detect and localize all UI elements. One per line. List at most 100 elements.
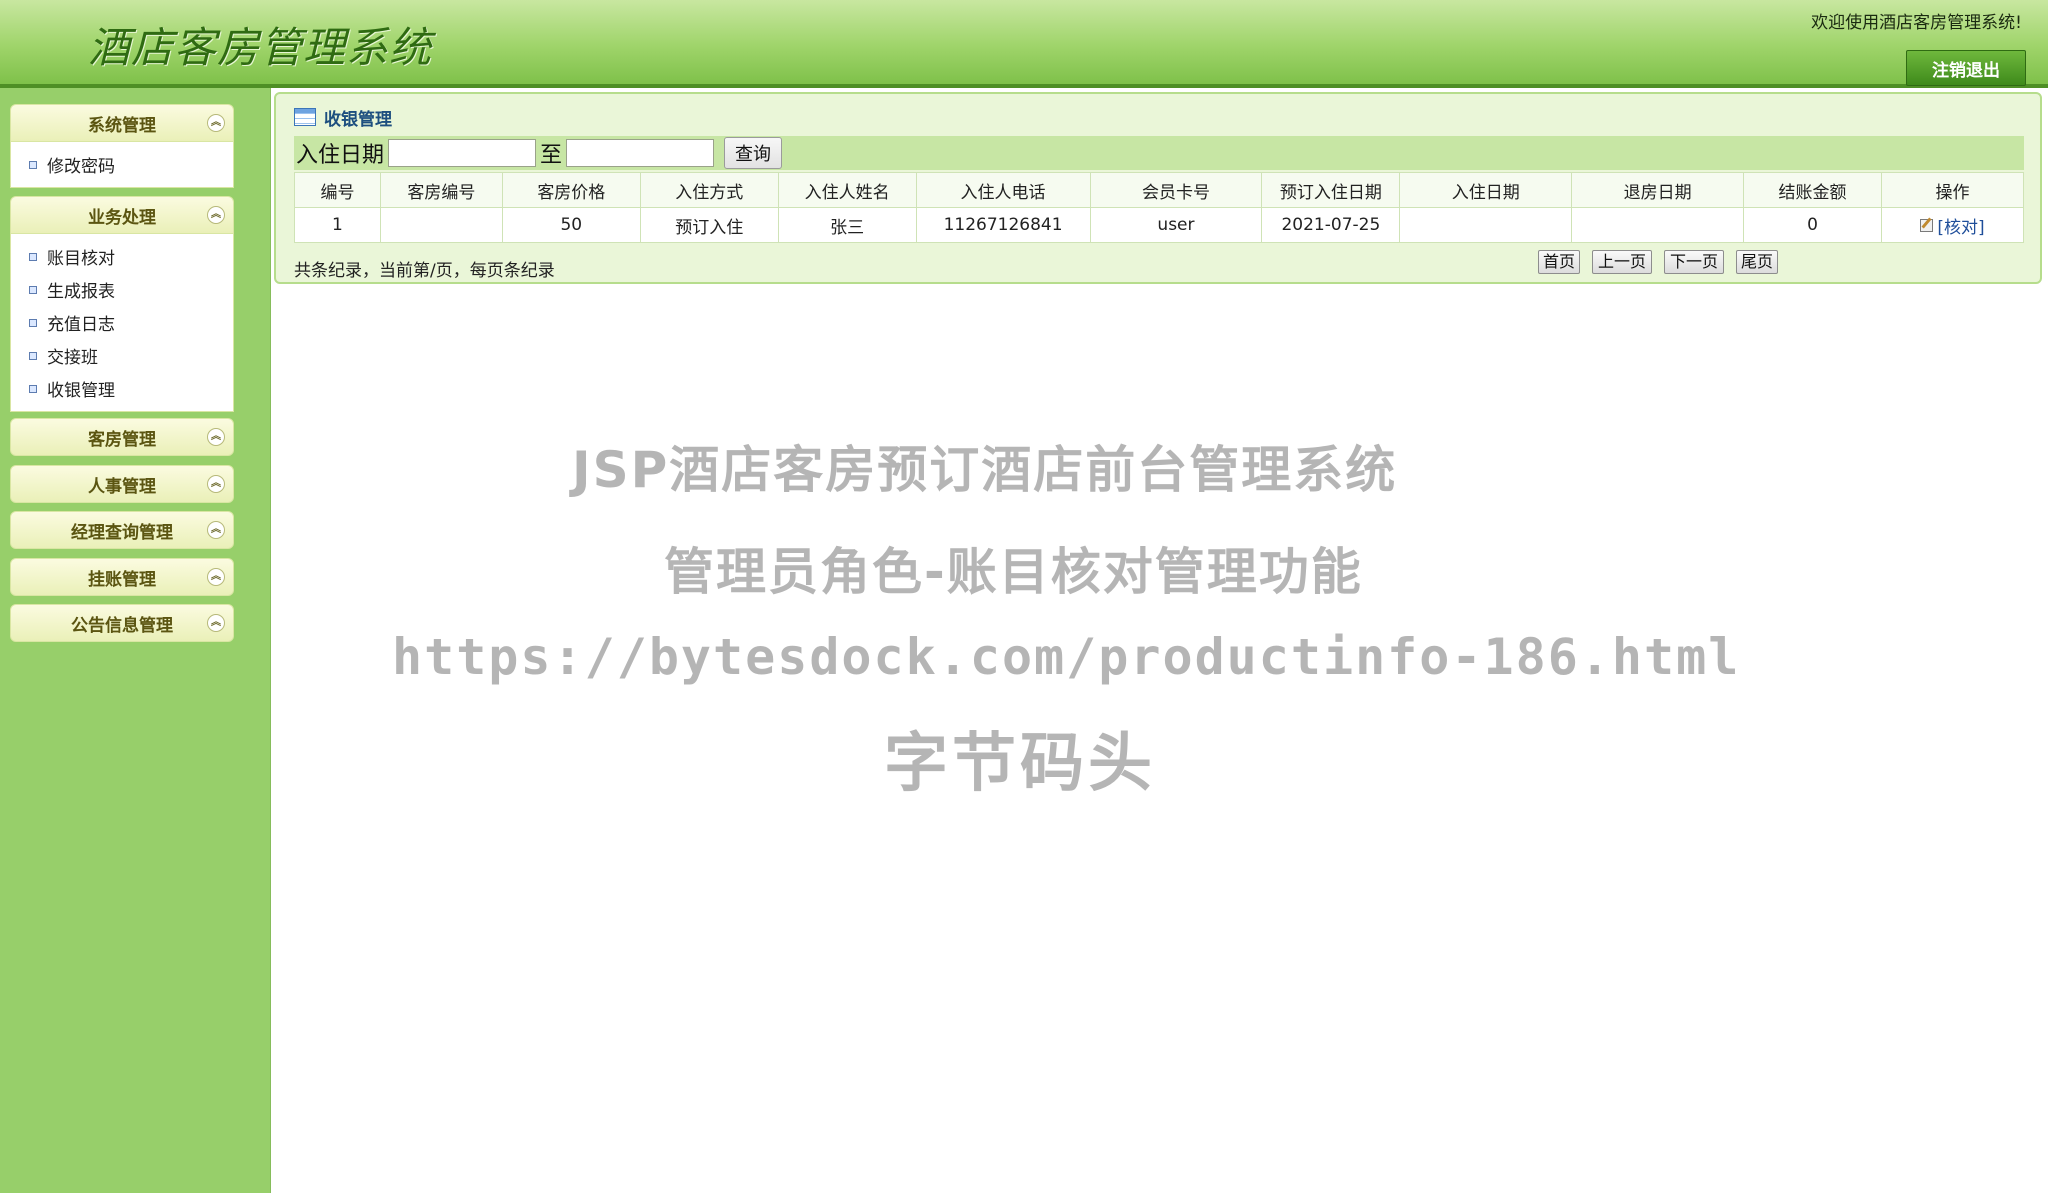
table-cell: 张三 [777, 207, 917, 243]
panel-title: 收银管理 [294, 104, 392, 130]
sidebar-item-cashier[interactable]: 收银管理 [11, 372, 233, 405]
menu-head-label: 经理查询管理 [71, 522, 173, 543]
bullet-icon [29, 351, 37, 360]
collapse-icon[interactable]: ︽ [207, 614, 225, 632]
search-button[interactable]: 查询 [724, 137, 783, 169]
menu-group-credit: 挂账管理 ︽ [10, 558, 234, 596]
bullet-icon [29, 384, 37, 393]
watermark-line-4: 字节码头 [884, 727, 1156, 801]
column-header: 客房编号 [379, 172, 503, 208]
table-cell: user [1089, 207, 1263, 243]
logout-button[interactable]: 注销退出 [1906, 50, 2026, 86]
sidebar: 系统管理 ︽ 修改密码 业务处理 ︽ 账目核对 生成报表 充值日志 交接班 收银… [0, 88, 271, 1193]
sidebar-item-shift-handover[interactable]: 交接班 [11, 339, 233, 372]
collapse-icon[interactable]: ︽ [207, 206, 225, 224]
table-cell: 0 [1743, 207, 1882, 243]
checkin-date-label: 入住日期 [296, 143, 385, 168]
menu-group-hr: 人事管理 ︽ [10, 465, 234, 503]
watermark-line-3: https://bytesdock.com/productinfo-186.ht… [392, 628, 1741, 686]
collapse-icon[interactable]: ︽ [207, 475, 225, 493]
sidebar-item-label: 收银管理 [47, 381, 115, 401]
table-icon [294, 108, 316, 126]
menu-head-manager-query[interactable]: 经理查询管理 ︽ [10, 511, 234, 549]
date-range-separator: 至 [540, 143, 563, 168]
sidebar-item-label: 修改密码 [47, 157, 115, 177]
column-header: 入住日期 [1399, 172, 1573, 208]
record-summary: 共条纪录，当前第/页，每页条纪录 [294, 261, 555, 281]
menu-head-credit[interactable]: 挂账管理 ︽ [10, 558, 234, 596]
verify-link[interactable]: [核对] [1937, 213, 1984, 238]
sidebar-item-label: 充值日志 [47, 315, 115, 335]
menu-head-business[interactable]: 业务处理 ︽ [10, 196, 234, 234]
collapse-icon[interactable]: ︽ [207, 568, 225, 586]
sidebar-item-label: 生成报表 [47, 282, 115, 302]
first-page-button[interactable]: 首页 [1538, 250, 1580, 274]
sidebar-item-account-check[interactable]: 账目核对 [11, 240, 233, 273]
collapse-icon[interactable]: ︽ [207, 521, 225, 539]
menu-head-label: 公告信息管理 [71, 615, 173, 636]
table-cell [379, 207, 503, 243]
menu-group-system: 系统管理 ︽ 修改密码 [10, 104, 234, 188]
sidebar-item-recharge-log[interactable]: 充值日志 [11, 306, 233, 339]
table-cell: 2021-07-25 [1261, 207, 1401, 243]
bullet-icon [29, 285, 37, 294]
search-bar: 入住日期 至 查询 [294, 136, 2024, 170]
table-cell: 1 [294, 207, 381, 243]
menu-head-system[interactable]: 系统管理 ︽ [10, 104, 234, 142]
table-cell: 预订入住 [639, 207, 779, 243]
last-page-button[interactable]: 尾页 [1736, 250, 1778, 274]
column-header: 操作 [1881, 172, 2024, 208]
column-header: 入住方式 [639, 172, 779, 208]
sidebar-item-label: 交接班 [47, 348, 98, 368]
prev-page-button[interactable]: 上一页 [1592, 250, 1652, 274]
sidebar-item-label: 账目核对 [47, 249, 115, 269]
bullet-icon [29, 160, 37, 169]
menu-head-hr[interactable]: 人事管理 ︽ [10, 465, 234, 503]
table-cell [1399, 207, 1573, 243]
table-cell: 50 [501, 207, 641, 243]
column-header: 退房日期 [1571, 172, 1745, 208]
menu-head-rooms[interactable]: 客房管理 ︽ [10, 418, 234, 456]
edit-icon [1920, 218, 1934, 232]
top-header: 酒店客房管理系统 欢迎使用酒店客房管理系统! 注销退出 [0, 0, 2048, 88]
app-logo: 酒店客房管理系统 [88, 23, 433, 72]
table-cell: 11267126841 [915, 207, 1091, 243]
menu-head-label: 客房管理 [88, 429, 156, 450]
menu-group-rooms: 客房管理 ︽ [10, 418, 234, 456]
sidebar-item-report[interactable]: 生成报表 [11, 273, 233, 306]
next-page-button[interactable]: 下一页 [1664, 250, 1724, 274]
menu-group-manager-query: 经理查询管理 ︽ [10, 511, 234, 549]
welcome-text: 欢迎使用酒店客房管理系统! [1811, 13, 2022, 33]
menu-body-system: 修改密码 [10, 142, 234, 188]
cashier-panel: 收银管理 入住日期 至 查询 编号 客房编号 客房价格 入住方式 入住人姓名 入… [274, 92, 2042, 284]
menu-body-business: 账目核对 生成报表 充值日志 交接班 收银管理 [10, 234, 234, 412]
watermark-line-1: JSP酒店客房预订酒店前台管理系统 [572, 441, 1398, 499]
checkin-date-start-input[interactable] [388, 139, 537, 167]
collapse-icon[interactable]: ︽ [207, 428, 225, 446]
menu-head-label: 业务处理 [88, 207, 156, 228]
column-header: 编号 [294, 172, 381, 208]
checkin-date-end-input[interactable] [566, 139, 715, 167]
menu-head-label: 人事管理 [88, 476, 156, 497]
table-header-row: 编号 客房编号 客房价格 入住方式 入住人姓名 入住人电话 会员卡号 预订入住日… [294, 172, 2024, 208]
column-header: 预订入住日期 [1261, 172, 1401, 208]
table-cell [1571, 207, 1745, 243]
column-header: 结账金额 [1743, 172, 1882, 208]
cashier-table: 编号 客房编号 客房价格 入住方式 入住人姓名 入住人电话 会员卡号 预订入住日… [294, 172, 2024, 243]
sidebar-item-change-password[interactable]: 修改密码 [11, 148, 233, 181]
column-header: 入住人电话 [915, 172, 1091, 208]
bullet-icon [29, 318, 37, 327]
column-header: 客房价格 [501, 172, 641, 208]
action-cell: [核对] [1881, 207, 2024, 243]
panel-title-text: 收银管理 [324, 109, 392, 130]
bullet-icon [29, 252, 37, 261]
column-header: 会员卡号 [1089, 172, 1263, 208]
menu-head-label: 系统管理 [88, 115, 156, 136]
menu-head-notice[interactable]: 公告信息管理 ︽ [10, 604, 234, 642]
watermark-line-2: 管理员角色-账目核对管理功能 [664, 543, 1363, 601]
pager: 首页 上一页 下一页 尾页 [1538, 250, 1778, 274]
menu-group-notice: 公告信息管理 ︽ [10, 604, 234, 642]
column-header: 入住人姓名 [777, 172, 917, 208]
menu-head-label: 挂账管理 [88, 569, 156, 590]
collapse-icon[interactable]: ︽ [207, 114, 225, 132]
